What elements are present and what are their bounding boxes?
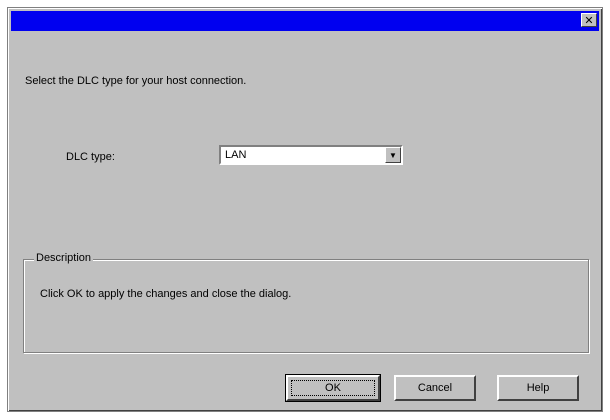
- dlc-type-dropdown[interactable]: LAN ▼: [219, 145, 403, 165]
- close-icon: ✕: [584, 13, 594, 27]
- cancel-button-label: Cancel: [417, 382, 453, 394]
- description-group: Description Click OK to apply the change…: [23, 252, 589, 353]
- help-button[interactable]: Help: [497, 375, 579, 401]
- close-button[interactable]: ✕: [581, 13, 597, 27]
- ok-button-label: OK: [325, 382, 341, 394]
- instruction-text: Select the DLC type for your host connec…: [25, 75, 247, 87]
- description-text: Click OK to apply the changes and close …: [40, 288, 292, 300]
- title-bar: ✕: [11, 11, 599, 31]
- description-legend: Description: [34, 252, 94, 264]
- help-button-label: Help: [526, 382, 550, 394]
- dlc-type-label: DLC type:: [66, 151, 115, 163]
- cancel-button[interactable]: Cancel: [394, 375, 476, 401]
- dropdown-arrow-button[interactable]: ▼: [385, 147, 401, 163]
- dlc-type-dialog: ✕ Select the DLC type for your host conn…: [7, 7, 603, 412]
- ok-button[interactable]: OK: [285, 374, 381, 402]
- chevron-down-icon: ▼: [389, 150, 397, 160]
- dlc-type-value: LAN: [225, 149, 247, 161]
